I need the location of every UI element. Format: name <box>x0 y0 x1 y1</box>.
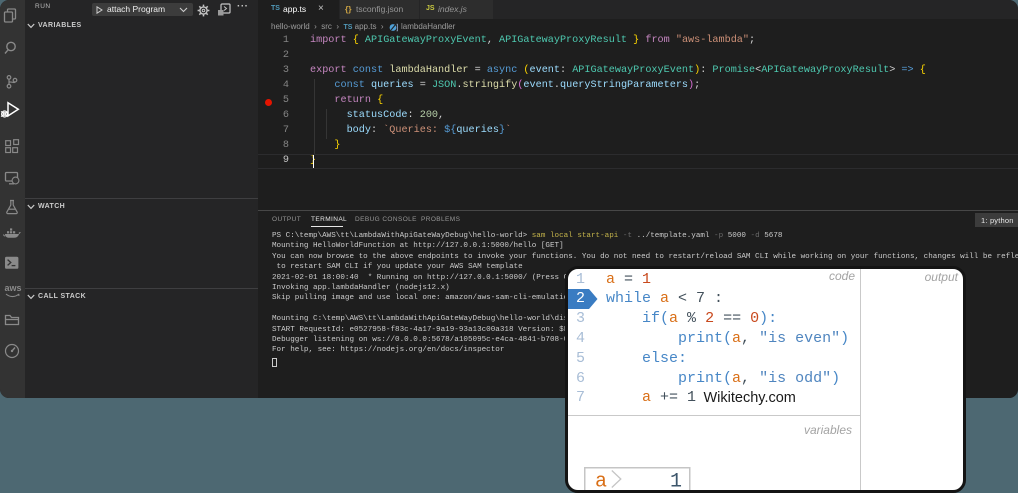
svg-text:1: 1 <box>670 470 682 490</box>
svg-text:a: a <box>595 470 607 490</box>
